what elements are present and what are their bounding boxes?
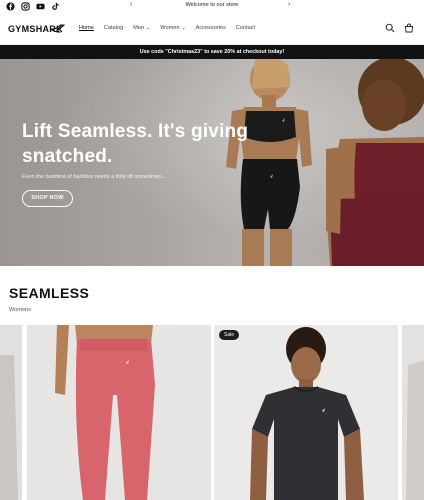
announcement-next-button[interactable]: ›: [288, 1, 290, 8]
hero-title: Lift Seamless. It's giving snatched.: [22, 121, 249, 167]
header-actions: [385, 23, 414, 33]
product-image: [250, 327, 364, 500]
model-burgundy-set: [326, 59, 424, 266]
sale-badge: Sale: [219, 330, 240, 340]
site-header: GYMSHARK Home Catalog Men ⌄ Women ⌄ Access…: [0, 13, 424, 45]
announcement-text: Welcome to our store: [185, 2, 239, 8]
section-subtitle: Womens: [9, 307, 31, 313]
hero-banner: Lift Seamless. It's giving snatched. Eve…: [0, 59, 424, 266]
nav-contact[interactable]: Contact: [236, 25, 255, 31]
nav-accessories[interactable]: Accessories: [196, 25, 226, 31]
cart-icon[interactable]: [404, 23, 414, 33]
search-icon[interactable]: [385, 23, 395, 33]
product-card[interactable]: [402, 325, 424, 500]
nav-home[interactable]: Home: [79, 25, 94, 31]
shop-now-button[interactable]: SHOP NOW: [22, 190, 73, 207]
product-card[interactable]: [27, 325, 211, 500]
chevron-down-icon: ⌄: [146, 25, 151, 31]
product-card[interactable]: [0, 325, 22, 500]
main-nav: Home Catalog Men ⌄ Women ⌄ Accessories Con…: [79, 25, 255, 31]
nav-women[interactable]: Women ⌄: [160, 25, 185, 31]
product-card[interactable]: Sale: [214, 325, 398, 500]
section-title: SEAMLESS: [9, 285, 90, 301]
product-image: [0, 355, 18, 500]
nav-women-label: Women: [160, 25, 180, 31]
hero-subtitle: Even the baddest of baddies needs a litt…: [22, 174, 167, 180]
product-image: [406, 361, 424, 500]
nav-catalog[interactable]: Catalog: [104, 25, 123, 31]
nav-men[interactable]: Men ⌄: [133, 25, 150, 31]
nav-men-label: Men: [133, 25, 145, 31]
product-image: [55, 325, 155, 500]
chevron-down-icon: ⌄: [181, 25, 186, 31]
announcement-bar: ‹ Welcome to our store ›: [0, 0, 424, 13]
promo-banner: Use code "Christmas23" to save 20% at ch…: [0, 45, 424, 59]
shark-logo-icon[interactable]: [51, 24, 65, 33]
